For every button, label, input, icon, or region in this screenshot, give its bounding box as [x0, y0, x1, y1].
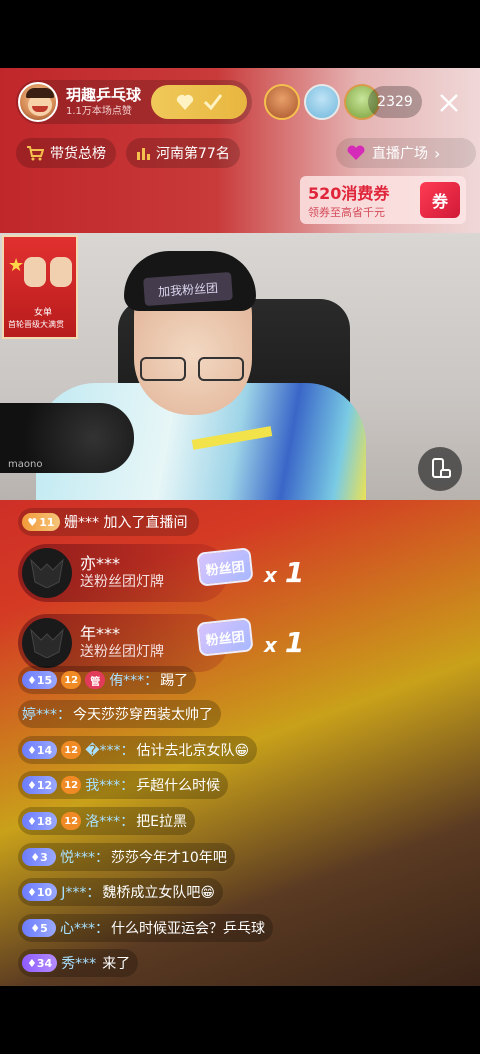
screen-rotate-button[interactable]: [418, 447, 462, 491]
mic-brand: maono: [8, 459, 43, 470]
user-level-badge: ♦ 10: [22, 883, 58, 901]
gift-count: x1: [264, 626, 305, 659]
region-rank-label: 河南第77名: [156, 146, 230, 162]
comment-text: 踢了: [160, 673, 189, 689]
gift-sender-name: 亦***: [80, 554, 121, 574]
comment-username: 侑***：: [109, 673, 159, 689]
heart-gem-icon: [347, 145, 365, 160]
comment-row[interactable]: ♦ 5 心***： 什么时候亚运会？乒乓球: [18, 914, 273, 942]
comment-row[interactable]: ♦ 15 12 管 侑***： 踢了: [18, 666, 197, 694]
gift-description: 送粉丝团灯牌: [80, 644, 164, 661]
user-level-badge: ♦ 3: [22, 848, 56, 866]
comment-text: 今天莎莎穿西装太帅了: [73, 707, 213, 723]
gift-notice: 亦*** 送粉丝团灯牌 粉丝团 x1: [18, 544, 304, 602]
close-button[interactable]: [432, 86, 466, 120]
comment-text: 莎莎今年才10年吧: [111, 850, 227, 866]
user-level-badge: ♦ 34: [22, 954, 58, 972]
viewer-avatar[interactable]: [264, 84, 300, 120]
comment-username: 我***：: [85, 778, 135, 794]
gift-count: x1: [264, 556, 305, 589]
comment-text: 乒超什么时候: [136, 778, 221, 794]
comment-text: 魏桥成立女队吧😁: [102, 885, 215, 901]
comment-text: 把E拉黑: [136, 814, 188, 830]
chevron-right-icon: ›: [434, 143, 441, 163]
check-icon: [203, 94, 223, 111]
user-level-badge: ♦ 5: [22, 919, 56, 937]
fan-club-gift-icon: 粉丝团: [196, 547, 254, 587]
fan-badge: 12: [61, 776, 82, 794]
user-level-badge: ♦ 14: [22, 741, 58, 759]
heart-icon: ♥: [27, 515, 38, 529]
poster-caption: 首轮晋级大满贯: [8, 320, 64, 329]
comment-row[interactable]: ♦ 14 12 �***： 估计去北京女队😁: [18, 736, 258, 764]
user-level-badge: ♦ 18: [22, 812, 58, 830]
gift-sender-avatar[interactable]: [22, 548, 72, 598]
comment-username: J***：: [61, 885, 101, 901]
fan-badge: 12: [61, 671, 82, 689]
comment-row[interactable]: ♦ 3 悦***： 莎莎今年才10年吧: [18, 843, 235, 871]
shopping-rank-tag[interactable]: 带货总榜: [16, 138, 116, 168]
comment-text: 什么时候亚运会？乒乓球: [111, 921, 265, 937]
streamer-info[interactable]: 玥趣乒乓球 1.1万本场点赞: [16, 80, 252, 124]
comment-username: 心***：: [60, 921, 109, 937]
gift-sender-name: 年***: [80, 624, 121, 644]
poster-text: 女单: [34, 308, 53, 318]
coupon-banner[interactable]: 520消费券 领券至高省千元 券: [300, 176, 466, 224]
comment-username: 婷***：: [22, 707, 71, 723]
comment-row[interactable]: ♦ 18 12 洛***： 把E拉黑: [18, 807, 196, 835]
bar-chart-icon: [137, 148, 150, 160]
gift-description: 送粉丝团灯牌: [80, 574, 164, 591]
rotate-screen-icon: [432, 458, 451, 478]
join-text: 姗*** 加入了直播间: [64, 515, 188, 531]
follow-button[interactable]: [151, 85, 248, 119]
heart-icon: [176, 94, 194, 110]
shopping-rank-label: 带货总榜: [50, 146, 106, 162]
join-level-badge: ♥ 11: [22, 513, 60, 531]
comment-username: 悦***：: [60, 850, 109, 866]
streamer-name: 玥趣乒乓球: [66, 85, 142, 104]
like-count: 1.1万本场点赞: [66, 106, 132, 118]
coupon-title: 520消费券: [308, 184, 390, 203]
viewer-avatar[interactable]: [304, 84, 340, 120]
gift-notice: 年*** 送粉丝团灯牌 粉丝团 x1: [18, 614, 304, 672]
viewer-count[interactable]: 2329: [368, 86, 422, 118]
comment-row[interactable]: ♦ 12 12 我***： 乒超什么时候: [18, 771, 229, 799]
coupon-subtitle: 领券至高省千元: [308, 206, 385, 219]
comment-row[interactable]: ♦ 10 J***： 魏桥成立女队吧😁: [18, 878, 223, 906]
live-square-button[interactable]: 直播广场 ›: [336, 138, 476, 168]
user-level-badge: ♦ 15: [22, 671, 58, 689]
bat-avatar-icon: [30, 558, 64, 588]
streamer-avatar[interactable]: [18, 82, 58, 122]
live-square-label: 直播广场: [372, 146, 428, 162]
coupon-badge: 券: [420, 182, 460, 218]
comment-username: 洛***：: [85, 814, 135, 830]
comment-username: �***：: [85, 743, 135, 759]
user-level-badge: ♦ 12: [22, 776, 58, 794]
comment-username: 秀***: [61, 956, 97, 972]
star-icon: ★: [8, 255, 25, 276]
bat-avatar-icon: [30, 628, 64, 658]
fan-badge: 12: [61, 741, 82, 759]
gift-sender-avatar[interactable]: [22, 618, 72, 668]
region-rank-tag[interactable]: 河南第77名: [126, 138, 240, 168]
join-notice: ♥ 11 姗*** 加入了直播间: [18, 508, 200, 536]
comment-row[interactable]: ♦ 34 秀*** 来了: [18, 949, 139, 977]
wall-poster: ★ 女单 首轮晋级大满贯: [2, 235, 78, 339]
cart-icon: [27, 146, 44, 161]
fan-badge: 12: [61, 812, 82, 830]
comment-row[interactable]: 婷***： 今天莎莎穿西装太帅了: [18, 700, 221, 728]
glasses: [140, 357, 246, 383]
comment-text: 来了: [102, 956, 131, 972]
comment-text: 估计去北京女队😁: [136, 743, 250, 759]
admin-badge: 管: [85, 671, 106, 689]
video-feed[interactable]: ★ 女单 首轮晋级大满贯 加我粉丝团 maono: [0, 233, 480, 500]
fan-club-gift-icon: 粉丝团: [196, 617, 254, 657]
live-room-screen: 玥趣乒乓球 1.1万本场点赞 2329 带货总榜 河南第77名 直播广场 › 5…: [0, 68, 480, 986]
close-icon: [440, 94, 458, 112]
top-viewers: [264, 84, 384, 120]
